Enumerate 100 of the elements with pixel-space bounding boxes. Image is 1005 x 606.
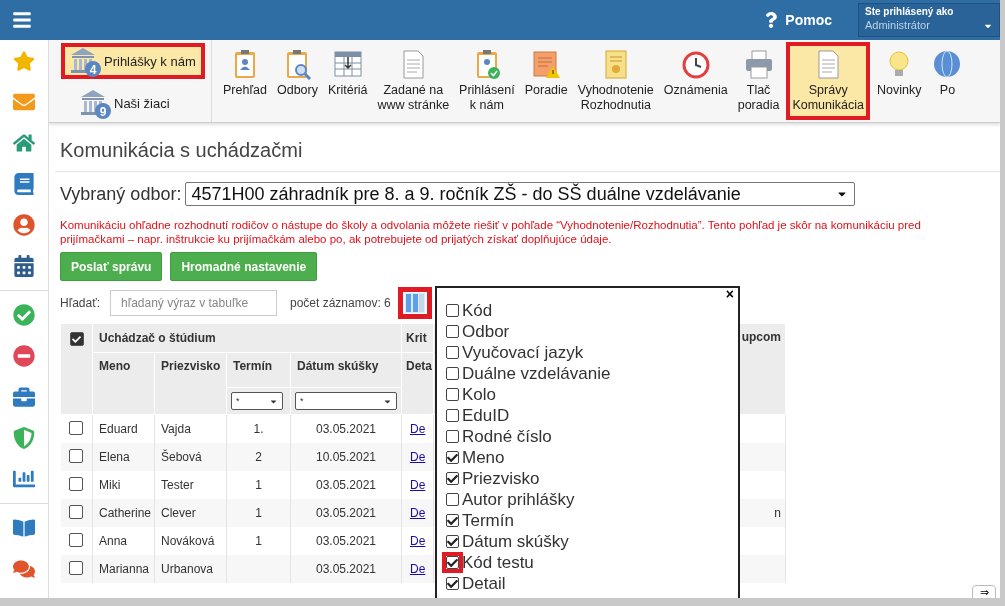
checkbox[interactable] (446, 472, 459, 485)
checkbox[interactable] (446, 409, 459, 422)
user-dropdown[interactable]: Ste prihlásený ako Administrátor (858, 3, 1000, 37)
toolbar-button[interactable]: Správy Komunikácia (786, 42, 870, 120)
column-header: Dátum skúšky (290, 352, 402, 388)
checkbox[interactable] (446, 535, 459, 548)
row-checkbox[interactable] (69, 448, 84, 463)
toolbar-button[interactable]: Novinky (874, 42, 925, 120)
toolbar-button[interactable]: Po (928, 42, 967, 120)
toolbar-button[interactable]: Poradie (521, 42, 571, 120)
search-field[interactable]: hľadaný výraz v tabuľke (110, 290, 277, 316)
table-cell: Vajda (154, 414, 227, 443)
menu-icon[interactable] (12, 10, 32, 30)
home-icon[interactable] (13, 132, 35, 154)
shield-icon[interactable] (13, 427, 35, 449)
column-header: Priezvisko (154, 352, 227, 415)
toolbar-button[interactable]: Vyhodnotenie Rozhodnutia (574, 42, 657, 120)
table-cell: 2 (226, 443, 291, 471)
checkbox[interactable] (446, 556, 459, 569)
chat-icon[interactable] (13, 558, 35, 580)
table-cell: 1 (226, 471, 291, 499)
odbor-select[interactable]: 4571H00 záhradník pre 8. a 9. ročník ZŠ - do SŠ duálne vzdelávanie (185, 182, 856, 206)
table-cell: 1 (226, 499, 291, 527)
toolbar-button[interactable]: Prehľad (220, 42, 270, 120)
column-option[interactable]: Kolo (446, 384, 497, 405)
table-cell: Elena (92, 443, 155, 471)
detail-link[interactable]: De (410, 422, 426, 436)
info-note: Komunikáciu ohľadne rozhodnutí rodičov o nástupe do školy a odvolania môžete riešiť v pohľade “Vyhodnotenie/Rozhodnutia”. Tento pohľad je skôr na komunikáciu pred prijímačkami – napr. inštrukcie ku prijímačkám alebo po, ak potrebujete od prijatých získať doplňujúce údaje. (60, 218, 922, 246)
toolbar-button[interactable]: 9 Naši žiaci (71, 85, 179, 121)
warning-icon (530, 48, 563, 80)
table-cell: Marianna (92, 555, 155, 583)
search-label: Hľadať: (60, 296, 102, 310)
row-checkbox[interactable] (69, 560, 84, 575)
table-cell: Šebová (154, 443, 227, 471)
filter-select[interactable]: * (231, 392, 283, 410)
table-cell: Anna (92, 527, 155, 555)
checkbox[interactable] (446, 346, 459, 359)
column-option[interactable]: Vyučovací jazyk (446, 342, 584, 363)
table-cell: Eduard (92, 414, 155, 443)
calendar-icon[interactable] (13, 255, 35, 277)
close-button[interactable]: × (723, 288, 736, 300)
row-checkbox[interactable] (69, 532, 84, 547)
user-name: Administrátor (865, 19, 930, 31)
select-all-checkbox[interactable] (69, 332, 84, 346)
help-link[interactable]: Pomoc (765, 12, 832, 28)
toolbar-button[interactable]: Tlač poradia (734, 42, 783, 120)
column-option[interactable]: Rodné číslo (446, 426, 552, 447)
toolbar-button[interactable]: Oznámenia (660, 42, 731, 120)
row-checkbox[interactable] (69, 420, 84, 435)
detail-link[interactable]: De (410, 478, 426, 492)
column-option[interactable]: Detail (446, 573, 506, 594)
book-icon[interactable] (13, 173, 35, 195)
toolbar-button[interactable]: Prihlásení k nám (456, 42, 518, 120)
column-option[interactable]: Priezvisko (446, 468, 540, 489)
table-cell: Nováková (154, 527, 227, 555)
open-book-icon[interactable] (13, 517, 35, 539)
table-cell: Clever (154, 499, 227, 527)
checkbox[interactable] (446, 388, 459, 401)
column-header: Meno (92, 352, 155, 415)
checkbox[interactable] (446, 493, 459, 506)
column-option[interactable]: Odbor (446, 321, 510, 342)
column-option[interactable]: Kód (446, 300, 493, 321)
table-cell: Miki (92, 471, 155, 499)
column-option[interactable]: Meno (446, 447, 505, 468)
toolbar-button[interactable]: Kritériá (324, 42, 371, 120)
column-header: Krit (401, 323, 434, 353)
columns-button[interactable] (398, 287, 432, 319)
table-cell: 03.05.2021 (290, 499, 402, 527)
row-checkbox[interactable] (69, 476, 84, 491)
checkbox[interactable] (446, 325, 459, 338)
record-count: počet záznamov: 6 (290, 296, 392, 310)
detail-link[interactable]: De (410, 534, 426, 548)
briefcase-icon[interactable] (13, 386, 35, 408)
checkbox[interactable] (446, 451, 459, 464)
checkbox[interactable] (446, 577, 459, 590)
column-header: Termín (226, 352, 291, 388)
field-label: Vybraný odbor: (60, 183, 182, 205)
checkbox[interactable] (446, 367, 459, 380)
star-icon[interactable] (13, 50, 35, 72)
filter-select[interactable]: * (295, 392, 397, 410)
column-header: Deta (401, 352, 434, 415)
column-option[interactable]: Dátum skúšky (446, 531, 569, 552)
checkbox[interactable] (446, 430, 459, 443)
table-cell: 03.05.2021 (290, 471, 402, 499)
column-option[interactable]: Duálne vzdelávanie (446, 363, 611, 384)
toolbar-button[interactable]: Odbory (273, 42, 321, 120)
checkbox[interactable] (446, 304, 459, 317)
table-icon (331, 48, 364, 80)
person-icon[interactable] (13, 214, 35, 236)
row-checkbox[interactable] (69, 504, 84, 519)
toolbar-button[interactable]: 4 Prihlášky k nám (61, 43, 205, 79)
columns-icon (405, 293, 425, 313)
bar-chart-icon[interactable] (13, 468, 35, 490)
table-cell: 03.05.2021 (290, 414, 402, 443)
scroll-button[interactable]: ⇒ (972, 585, 996, 598)
toolbar-button[interactable]: Zadané na www stránke (374, 42, 453, 120)
table-cell: 03.05.2021 (290, 555, 402, 583)
column-group-header: Uchádzač o štúdium (92, 323, 402, 353)
checkbox[interactable] (446, 514, 459, 527)
table-cell: 10.05.2021 (290, 443, 402, 471)
